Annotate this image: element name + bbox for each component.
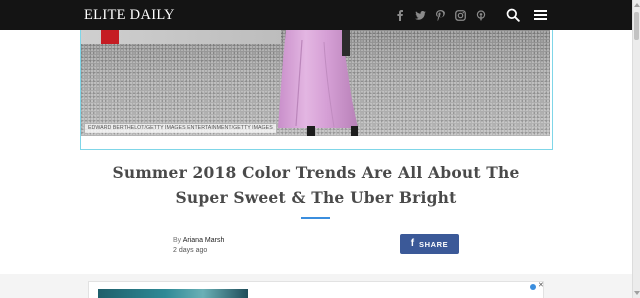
ad-banner[interactable]: ✕: [88, 281, 544, 298]
top-nav-bar: ELITE DAILY: [0, 0, 632, 30]
share-button[interactable]: f SHARE: [400, 234, 459, 254]
ad-choices-icon[interactable]: [530, 284, 536, 290]
page-scrollbar[interactable]: [632, 0, 640, 298]
article-header: EDWARD BERTHELOT/GETTY IMAGES ENTERTAINM…: [0, 30, 632, 274]
share-label: SHARE: [419, 239, 449, 249]
scroll-up-arrow-icon[interactable]: [634, 3, 640, 7]
hero-model-figure: [278, 30, 358, 136]
podcast-icon[interactable]: [475, 9, 487, 21]
menu-line: [534, 14, 547, 16]
title-divider: [301, 217, 330, 219]
menu-line: [534, 10, 547, 12]
photo-credit: EDWARD BERTHELOT/GETTY IMAGES ENTERTAINM…: [85, 124, 276, 133]
hero-red-object: [101, 30, 119, 44]
twitter-icon[interactable]: [414, 9, 426, 21]
facebook-icon: f: [410, 238, 415, 249]
scrollbar-thumb[interactable]: [634, 12, 639, 40]
instagram-icon[interactable]: [454, 9, 466, 21]
pinterest-icon[interactable]: [434, 9, 446, 21]
hero-image: EDWARD BERTHELOT/GETTY IMAGES ENTERTAINM…: [81, 30, 550, 136]
ad-image[interactable]: [98, 289, 248, 298]
facebook-icon[interactable]: [394, 9, 406, 21]
author-link[interactable]: Ariana Marsh: [183, 237, 225, 244]
byline: By Ariana Marsh: [173, 236, 224, 245]
publish-date: 2 days ago: [173, 247, 208, 254]
menu-line: [534, 18, 547, 20]
scroll-down-arrow-icon[interactable]: [634, 291, 640, 295]
search-icon[interactable]: [506, 8, 520, 22]
byline-prefix: By: [173, 237, 182, 244]
ad-close-icon[interactable]: ✕: [538, 282, 543, 290]
article-title: Summer 2018 Color Trends Are All About T…: [112, 163, 520, 207]
hamburger-menu-icon[interactable]: [534, 10, 547, 20]
site-logo[interactable]: ELITE DAILY: [84, 7, 175, 23]
